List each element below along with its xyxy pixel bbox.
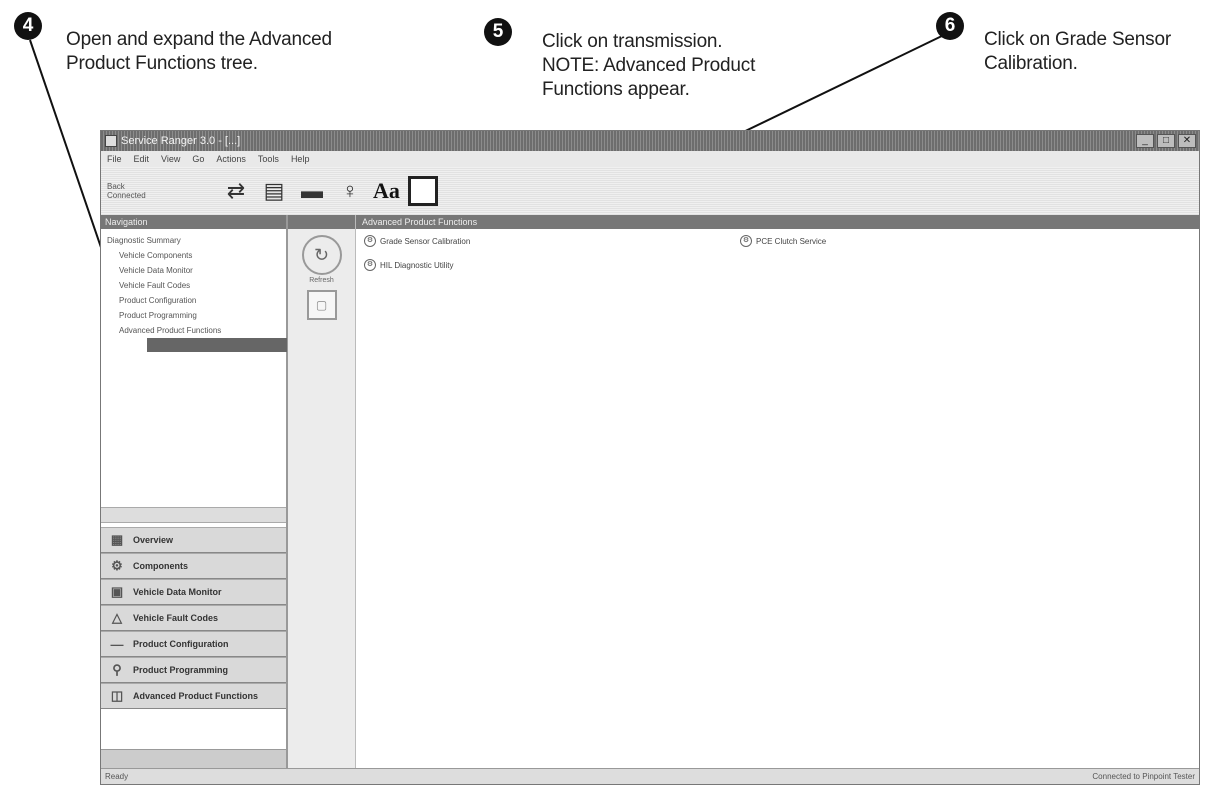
- nav-button-components[interactable]: ⚙ Components: [101, 553, 286, 579]
- function-label: HIL Diagnostic Utility: [380, 260, 454, 270]
- function-label: Grade Sensor Calibration: [380, 236, 471, 246]
- app-icon: [105, 135, 117, 147]
- action-strip: ↻ Refresh ▢: [288, 215, 356, 768]
- function-pce-clutch-service[interactable]: ⚙ PCE Clutch Service: [740, 235, 826, 247]
- menu-file[interactable]: File: [107, 154, 122, 164]
- print-icon[interactable]: ▬: [299, 178, 325, 204]
- connection-label: Connected: [107, 191, 146, 200]
- menu-help[interactable]: Help: [291, 154, 310, 164]
- tree-item-vehicle-components[interactable]: Vehicle Components: [107, 248, 286, 263]
- menu-tools[interactable]: Tools: [258, 154, 279, 164]
- window-title: Service Ranger 3.0 - [...]: [121, 135, 241, 147]
- left-pane-header: Navigation: [101, 215, 286, 229]
- left-pane: Navigation Diagnostic Summary Vehicle Co…: [101, 215, 288, 768]
- callout-5-text: Click on transmission. NOTE: Advanced Pr…: [542, 31, 756, 100]
- callout-4-number: 4: [14, 12, 42, 40]
- nav-button-label: Product Programming: [133, 665, 229, 675]
- nav-button-product-programming[interactable]: ⚲ Product Programming: [101, 657, 286, 683]
- status-bar: Ready Connected to Pinpoint Tester: [101, 768, 1199, 784]
- configuration-icon: —: [110, 636, 124, 652]
- menu-go[interactable]: Go: [192, 154, 204, 164]
- callout-5-number: 5: [484, 18, 512, 46]
- nav-button-label: Vehicle Data Monitor: [133, 587, 222, 597]
- font-size-icon[interactable]: Aa: [373, 178, 400, 204]
- function-grade-sensor-calibration[interactable]: ⚙ Grade Sensor Calibration: [364, 235, 470, 247]
- nav-button-label: Product Configuration: [133, 639, 229, 649]
- export-icon[interactable]: ▢: [306, 290, 337, 320]
- menu-bar: File Edit View Go Actions Tools Help: [101, 151, 1199, 168]
- overview-icon: ▦: [110, 532, 124, 547]
- data-monitor-icon: ▣: [110, 584, 124, 599]
- function-icon: ⚙: [364, 235, 376, 247]
- tree-horizontal-scrollbar[interactable]: [101, 507, 286, 523]
- nav-button-label: Advanced Product Functions: [133, 691, 259, 701]
- navigation-tree: Diagnostic Summary Vehicle Components Ve…: [101, 229, 287, 352]
- menu-view[interactable]: View: [161, 154, 180, 164]
- connect-icon[interactable]: ⇄: [223, 178, 249, 204]
- menu-actions[interactable]: Actions: [216, 154, 246, 164]
- menu-edit[interactable]: Edit: [134, 154, 150, 164]
- tree-item-vehicle-fault-codes[interactable]: Vehicle Fault Codes: [107, 278, 286, 293]
- nav-button-label: Vehicle Fault Codes: [133, 613, 219, 623]
- tree-item-advanced-product-functions[interactable]: Advanced Product Functions: [107, 323, 286, 338]
- status-text: Ready: [105, 772, 129, 781]
- nav-button-overview[interactable]: ▦ Overview: [101, 527, 286, 553]
- refresh-label: Refresh: [309, 277, 334, 284]
- tree-item-vehicle-data-monitor[interactable]: Vehicle Data Monitor: [107, 263, 286, 278]
- save-icon[interactable]: ▤: [261, 178, 287, 204]
- strip-header: [288, 215, 355, 229]
- nav-button-label: Components: [133, 561, 188, 571]
- refresh-icon[interactable]: ↻: [301, 235, 342, 275]
- close-button[interactable]: ✕: [1178, 134, 1196, 148]
- components-icon: ⚙: [111, 558, 123, 573]
- tree-item-diagnostic-summary[interactable]: Diagnostic Summary: [107, 233, 286, 248]
- help-key-icon[interactable]: ♀: [337, 178, 363, 204]
- advanced-functions-icon: ◫: [110, 688, 124, 703]
- back-button[interactable]: Back Connected: [107, 172, 217, 210]
- window-layout-icon[interactable]: [407, 176, 438, 206]
- minimize-button[interactable]: _: [1136, 134, 1154, 148]
- callout-6-number: 6: [936, 12, 964, 40]
- nav-button-vehicle-data-monitor[interactable]: ▣ Vehicle Data Monitor: [101, 579, 286, 605]
- tree-item-product-programming[interactable]: Product Programming: [107, 308, 286, 323]
- nav-pane-footer: [101, 749, 286, 768]
- warning-icon: △: [112, 610, 122, 625]
- maximize-button[interactable]: □: [1157, 134, 1175, 148]
- connection-status: Connected to Pinpoint Tester: [1092, 772, 1195, 781]
- function-icon: ⚙: [364, 259, 376, 271]
- search-icon: ⚲: [112, 662, 122, 677]
- toolbar: Back Connected ⇄ ▤ ▬ ♀ Aa: [101, 167, 1199, 216]
- nav-button-vehicle-fault-codes[interactable]: △ Vehicle Fault Codes: [101, 605, 286, 631]
- app-window: Service Ranger 3.0 - [...] _ □ ✕ File Ed…: [100, 130, 1200, 785]
- tree-item-product-configuration[interactable]: Product Configuration: [107, 293, 286, 308]
- content-area: Advanced Product Functions ⚙ Grade Senso…: [356, 215, 1199, 768]
- function-label: PCE Clutch Service: [756, 236, 827, 246]
- callout-4-text: Open and expand the Advanced Product Fun…: [66, 29, 332, 74]
- callout-6-text: Click on Grade Sensor Calibration.: [984, 29, 1171, 74]
- back-label: Back: [107, 182, 125, 191]
- function-hil-diagnostic-utility[interactable]: ⚙ HIL Diagnostic Utility: [364, 259, 454, 271]
- nav-button-advanced-product-functions[interactable]: ◫ Advanced Product Functions: [101, 683, 286, 709]
- tree-item-transmission-selected[interactable]: [147, 338, 287, 352]
- function-icon: ⚙: [740, 235, 752, 247]
- content-header: Advanced Product Functions: [356, 215, 1199, 229]
- title-bar: Service Ranger 3.0 - [...] _ □ ✕: [101, 131, 1199, 151]
- nav-button-product-configuration[interactable]: — Product Configuration: [101, 631, 286, 657]
- nav-button-label: Overview: [133, 535, 174, 545]
